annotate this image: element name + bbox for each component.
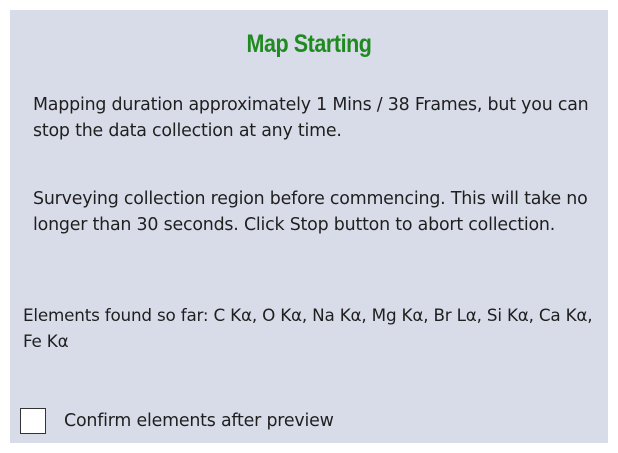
elements-found-text: Elements found so far: C Kα, O Kα, Na Kα…	[23, 305, 593, 351]
dialog-title: Map Starting	[246, 30, 372, 58]
mapping-duration-text: Mapping duration approximately 1 Mins / …	[33, 95, 589, 141]
survey-info-text: Surveying collection region before comme…	[33, 189, 588, 235]
confirm-elements-option[interactable]: Confirm elements after preview	[20, 406, 334, 436]
map-starting-panel: Map Starting Mapping duration approximat…	[10, 10, 608, 443]
confirm-elements-label[interactable]: Confirm elements after preview	[64, 411, 334, 431]
confirm-elements-checkbox[interactable]	[20, 408, 46, 434]
